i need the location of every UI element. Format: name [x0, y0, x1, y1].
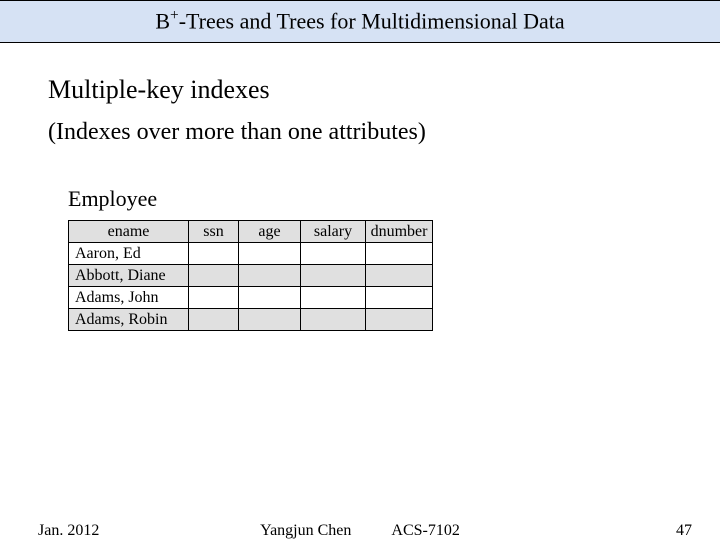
cell-age	[239, 265, 301, 287]
cell-ename: Aaron, Ed	[69, 243, 189, 265]
cell-ssn	[189, 287, 239, 309]
slide-title-bar: B+-Trees and Trees for Multidimensional …	[0, 0, 720, 43]
cell-ename: Abbott, Diane	[69, 265, 189, 287]
table-label: Employee	[68, 186, 672, 212]
cell-age	[239, 309, 301, 331]
col-ssn: ssn	[189, 221, 239, 243]
title-rest: -Trees and Trees for Multidimensional Da…	[179, 8, 565, 33]
slide-content: Multiple-key indexes (Indexes over more …	[0, 43, 720, 331]
heading: Multiple-key indexes	[48, 75, 672, 105]
footer-page: 47	[676, 522, 692, 540]
table-row: Adams, John	[69, 287, 433, 309]
col-salary: salary	[301, 221, 366, 243]
cell-salary	[301, 287, 366, 309]
cell-ssn	[189, 309, 239, 331]
col-age: age	[239, 221, 301, 243]
cell-dnumber	[366, 265, 433, 287]
table-header-row: ename ssn age salary dnumber	[69, 221, 433, 243]
subheading: (Indexes over more than one attributes)	[48, 119, 672, 146]
cell-dnumber	[366, 287, 433, 309]
title-prefix: B	[155, 8, 170, 33]
table-row: Abbott, Diane	[69, 265, 433, 287]
cell-age	[239, 287, 301, 309]
table-row: Aaron, Ed	[69, 243, 433, 265]
footer-center: Yangjun Chen ACS-7102	[0, 522, 720, 540]
cell-dnumber	[366, 243, 433, 265]
cell-ename: Adams, John	[69, 287, 189, 309]
cell-salary	[301, 243, 366, 265]
col-ename: ename	[69, 221, 189, 243]
cell-dnumber	[366, 309, 433, 331]
cell-salary	[301, 309, 366, 331]
col-dnumber: dnumber	[366, 221, 433, 243]
table-row: Adams, Robin	[69, 309, 433, 331]
title-sup: +	[170, 7, 179, 24]
cell-ssn	[189, 265, 239, 287]
cell-ssn	[189, 243, 239, 265]
footer-course: ACS-7102	[391, 522, 459, 539]
footer-author: Yangjun Chen	[260, 522, 351, 539]
cell-ename: Adams, Robin	[69, 309, 189, 331]
cell-salary	[301, 265, 366, 287]
employee-table: ename ssn age salary dnumber Aaron, Ed A…	[68, 220, 433, 331]
cell-age	[239, 243, 301, 265]
